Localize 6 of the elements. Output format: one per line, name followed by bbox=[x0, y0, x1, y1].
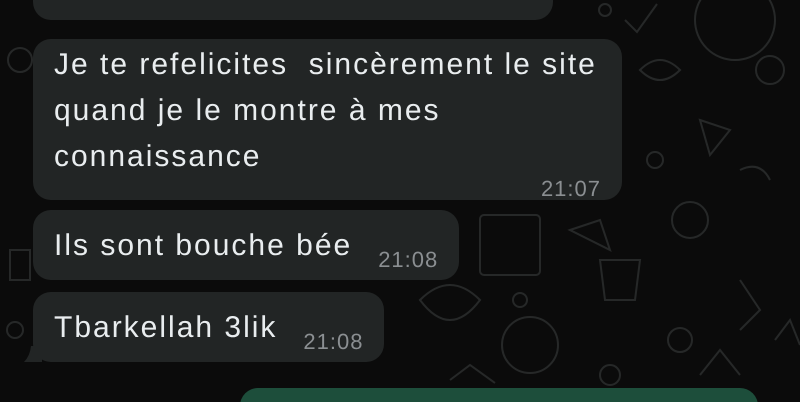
message-text: Je te refelicites sincèrement le site quand je le montre à mes connaissance bbox=[54, 47, 598, 175]
message-text: Tbarkellah 3lik bbox=[54, 310, 278, 346]
message-time: 21:08 bbox=[303, 332, 364, 352]
message-time: 21:08 bbox=[378, 250, 438, 270]
message-text: Ils sont bouche bée bbox=[54, 228, 352, 264]
message-time: 21:07 bbox=[540, 180, 601, 198]
